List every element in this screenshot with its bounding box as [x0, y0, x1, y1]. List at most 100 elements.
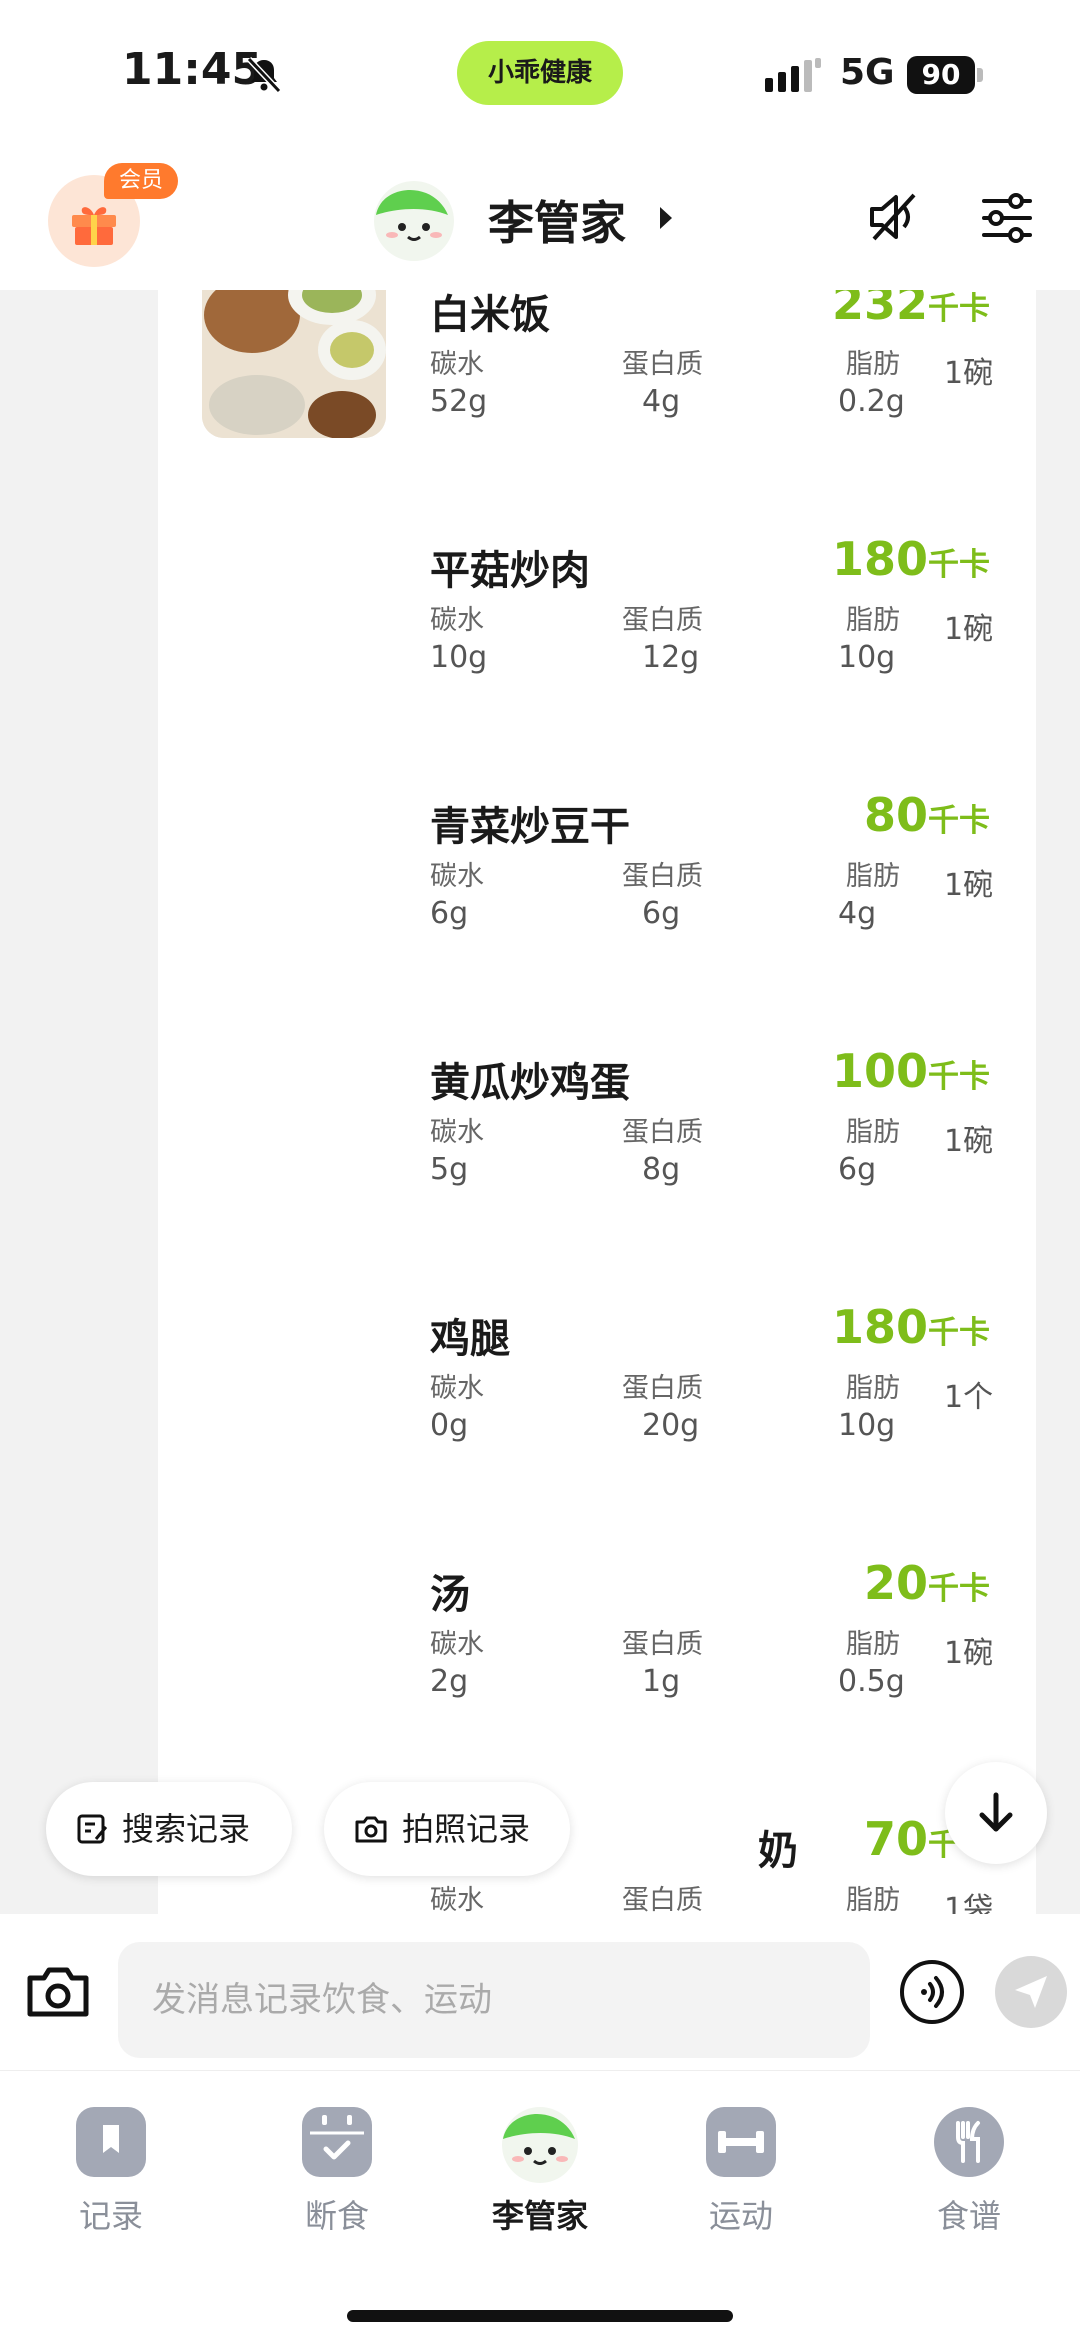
tab-label: 断食 [304, 2197, 369, 2235]
fork-knife-icon [934, 2107, 1004, 2177]
food-calories: 100千卡 [832, 1044, 990, 1098]
food-item[interactable]: 平菇炒肉 180千卡 碳水 10g 蛋白质 12g 脂肪 10g 1碗 [158, 530, 1036, 786]
tab-exercise[interactable]: 运动 [666, 2107, 816, 2257]
send-button[interactable] [995, 1956, 1067, 2028]
send-icon [1015, 1976, 1047, 2008]
carb-label: 碳水 [430, 861, 484, 892]
protein-label: 蛋白质 [622, 1629, 703, 1660]
bell-muted-icon [246, 56, 282, 94]
protein-value: 20g [642, 1408, 700, 1443]
caret-right-icon [660, 207, 672, 229]
kcal-value: 232 [831, 290, 928, 330]
kcal-unit: 千卡 [928, 1059, 990, 1095]
food-item[interactable]: 汤 20千卡 碳水 2g 蛋白质 1g 脂肪 0.5g 1碗 [158, 1554, 1036, 1810]
food-name: 黄瓜炒鸡蛋 [430, 1060, 630, 1106]
food-item[interactable]: 青菜炒豆干 80千卡 碳水 6g 蛋白质 6g 脂肪 4g 1碗 [158, 786, 1036, 1042]
network-type: 5G [840, 52, 895, 93]
tab-fasting[interactable]: 断食 [262, 2107, 412, 2257]
edit-note-icon [77, 1814, 108, 1844]
kcal-value: 80 [863, 788, 928, 842]
dumbbell-icon [706, 2107, 776, 2177]
carb-value: 10g [430, 640, 488, 675]
app-pill[interactable]: 小乖健康 [457, 41, 623, 105]
tab-records[interactable]: 记录 [36, 2107, 186, 2257]
gift-icon [72, 207, 116, 245]
assistant-avatar-icon [502, 2107, 578, 2183]
food-item[interactable]: 鸡腿 180千卡 碳水 0g 蛋白质 20g 脂肪 10g 1个 [158, 1298, 1036, 1554]
kcal-value: 70 [863, 1812, 928, 1866]
fat-label: 脂肪 [846, 861, 900, 892]
kcal-unit: 千卡 [928, 1315, 990, 1351]
portion: 1碗 [944, 868, 994, 903]
protein-value: 1g [642, 1664, 681, 1699]
portion: 1碗 [944, 1636, 994, 1671]
portion: 1袋 [944, 1892, 994, 1915]
kcal-value: 180 [831, 532, 928, 586]
voice-icon[interactable] [898, 1958, 966, 2026]
fat-value: 6g [838, 1152, 877, 1187]
home-indicator [347, 2310, 733, 2322]
camera-icon [355, 1816, 387, 1843]
tab-recipes[interactable]: 食谱 [894, 2107, 1044, 2257]
carb-label: 碳水 [430, 1629, 484, 1660]
food-item[interactable]: 白米饭 232千卡 碳水 52g 蛋白质 4g 脂肪 0.2g 1碗 [158, 290, 1036, 530]
tab-assistant[interactable]: 李管家 [465, 2107, 615, 2257]
kcal-value: 100 [831, 1044, 928, 1098]
carb-label: 碳水 [430, 1373, 484, 1404]
battery-level: 90 [907, 56, 975, 94]
portion: 1碗 [944, 612, 994, 647]
carb-value: 0g [430, 1408, 469, 1443]
battery-icon: 90 [907, 56, 983, 94]
camera-button-icon[interactable] [24, 1958, 92, 2026]
fat-label: 脂肪 [846, 1117, 900, 1148]
carb-value: 5g [430, 1152, 469, 1187]
carb-value: 2g [430, 1664, 469, 1699]
protein-label: 蛋白质 [622, 1885, 703, 1915]
fat-value: 0.2g [838, 384, 905, 419]
kcal-unit: 千卡 [928, 291, 990, 327]
protein-value: 4g [642, 384, 681, 419]
food-calories: 232千卡 [832, 290, 990, 330]
scroll-down-button[interactable] [945, 1762, 1047, 1864]
carb-label: 碳水 [430, 349, 484, 380]
tab-bar: 记录 断食 李管家 运动 食谱 [0, 2070, 1080, 2341]
search-record-label: 搜索记录 [122, 1810, 251, 1848]
assistant-avatar-icon[interactable] [370, 175, 458, 263]
status-bar: 11:45 小乖健康 5G 90 [0, 0, 1080, 145]
calendar-check-icon [302, 2107, 372, 2177]
protein-value: 12g [642, 640, 700, 675]
kcal-unit: 千卡 [928, 1571, 990, 1607]
food-name: 鸡腿 [430, 1316, 510, 1362]
food-name: 青菜炒豆干 [430, 804, 630, 850]
tab-label: 李管家 [491, 2197, 588, 2235]
tab-label: 记录 [78, 2197, 143, 2235]
settings-sliders-icon[interactable] [980, 191, 1034, 245]
fat-label: 脂肪 [846, 1373, 900, 1404]
kcal-value: 180 [831, 1300, 928, 1354]
carb-value: 52g [430, 384, 488, 419]
protein-label: 蛋白质 [622, 605, 703, 636]
fat-value: 4g [838, 896, 877, 931]
top-nav: 会员 李管家 [0, 145, 1080, 290]
message-input[interactable] [118, 1942, 870, 2058]
food-calories: 180千卡 [832, 532, 990, 586]
protein-label: 蛋白质 [622, 1373, 703, 1404]
food-item[interactable]: 黄瓜炒鸡蛋 100千卡 碳水 5g 蛋白质 8g 脂肪 6g 1碗 [158, 1042, 1036, 1298]
speaker-muted-icon[interactable] [866, 189, 922, 245]
fat-label: 脂肪 [846, 349, 900, 380]
search-record-button[interactable]: 搜索记录 [46, 1782, 292, 1876]
vip-badge: 会员 [104, 163, 178, 199]
food-calories: 180千卡 [832, 1300, 990, 1354]
protein-value: 8g [642, 1152, 681, 1187]
food-calories: 80千卡 [864, 788, 990, 842]
portion: 1个 [944, 1380, 994, 1415]
protein-label: 蛋白质 [622, 1117, 703, 1148]
tab-label: 运动 [708, 2197, 773, 2235]
photo-record-button[interactable]: 拍照记录 [324, 1782, 570, 1876]
assistant-name[interactable]: 李管家 [488, 187, 626, 253]
food-name: 白米饭 [430, 292, 550, 338]
fat-value: 10g [838, 640, 896, 675]
carb-label: 碳水 [430, 1885, 484, 1915]
meal-card: 白米饭 232千卡 碳水 52g 蛋白质 4g 脂肪 0.2g 1碗 平菇炒肉 180千卡 碳水 10g… [158, 290, 1036, 1915]
carb-label: 碳水 [430, 1117, 484, 1148]
